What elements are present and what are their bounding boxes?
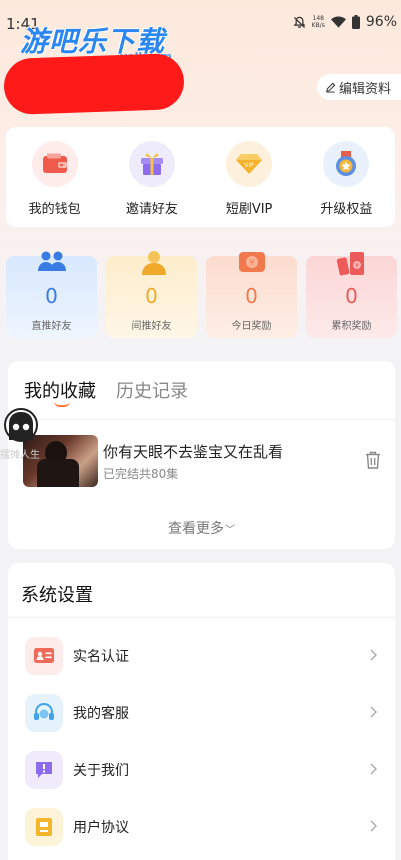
quick-actions-card: 我的钱包 邀请好友 VIP 短剧VIP 升级权益 [6,127,395,227]
info-message-icon [25,750,63,789]
stat-indirect-friends[interactable]: 0 间推好友 [106,251,197,338]
mute-bell-icon [293,16,306,28]
tab-history[interactable]: 历史记录 [116,377,188,403]
chevron-down-icon: ﹀ [225,525,235,536]
settings-item-label: 实名认证 [73,648,129,665]
edit-profile-label: 编辑资料 [338,81,391,97]
medal-icon [323,141,370,187]
settings-item-about[interactable]: 关于我们 [8,741,395,798]
wallet-icon [31,141,78,187]
favorites-card: 我的收藏 历史记录 你有天眼不去鉴宝又在乱看 已完结共80集 查看更多﹀ [8,361,395,549]
settings-item-verification[interactable]: 实名认证 [8,627,395,684]
red-envelope-icon: ¥ [336,250,368,280]
settings-item-label: 用户协议 [73,819,129,836]
gift-icon [128,141,175,187]
tab-active-indicator [54,401,70,407]
chevron-right-icon [370,703,377,722]
see-more-label: 查看更多 [168,521,224,537]
quick-action-upgrade[interactable]: 升级权益 [306,141,386,227]
vip-diamond-icon: VIP [226,141,273,187]
stat-label: 累积奖励 [331,321,372,332]
chevron-right-icon [370,760,377,779]
stat-value: 0 [345,284,358,308]
chevron-right-icon [370,817,377,836]
status-icons: 148 KB/s 96% [293,14,397,30]
stat-label: 今日奖励 [231,321,272,332]
redacted-username [3,52,185,116]
edit-profile-button[interactable]: 编辑资料 [316,74,401,100]
ghost-face-icon [9,412,33,440]
wifi-icon [330,16,346,28]
settings-divider [8,617,395,618]
svg-text:VIP: VIP [244,162,254,169]
floating-avatar-label: 摆摊人生 [0,450,40,461]
tabs-divider [8,419,395,420]
trash-icon[interactable] [365,451,381,473]
users-icon [137,250,167,280]
headset-icon [25,693,63,732]
stat-value: 0 [245,284,258,308]
stat-direct-friends[interactable]: 0 直推好友 [6,251,97,338]
battery-icon [351,15,360,29]
settings-item-support[interactable]: 我的客服 [8,684,395,741]
quick-action-label: 我的钱包 [28,202,81,217]
see-more-button[interactable]: 查看更多﹀ [8,518,395,538]
stat-today-reward[interactable]: ¥ 0 今日奖励 [206,252,297,338]
settings-item-label: 我的客服 [73,705,129,722]
quick-action-label: 短剧VIP [225,202,273,217]
tab-favorites[interactable]: 我的收藏 [24,377,96,403]
settings-item-agreement[interactable]: 用户协议 [8,798,395,855]
chevron-right-icon [370,646,377,665]
quick-action-label: 升级权益 [320,202,373,217]
drama-title[interactable]: 你有天眼不去鉴宝又在乱看 [103,441,283,462]
stat-label: 直推好友 [31,321,72,332]
quick-action-vip[interactable]: VIP 短剧VIP [209,141,289,227]
stat-total-reward[interactable]: ¥ 0 累积奖励 [306,252,397,338]
floating-avatar[interactable] [4,408,38,442]
id-card-icon [25,636,63,675]
battery-percent: 96% [365,14,397,30]
settings-title: 系统设置 [21,585,93,606]
drama-thumbnail[interactable] [23,435,98,487]
stat-label: 间推好友 [131,321,172,332]
document-icon [25,807,63,846]
friends-icon [37,250,67,276]
coin-card-icon: ¥ [237,250,267,278]
svg-text:¥: ¥ [249,258,254,267]
quick-action-invite[interactable]: 邀请好友 [112,141,192,227]
drama-status: 已完结共80集 [103,467,179,481]
settings-item-label: 关于我们 [73,762,129,779]
pencil-icon [326,82,336,93]
svg-text:¥: ¥ [355,263,359,270]
quick-action-wallet[interactable]: 我的钱包 [15,141,95,227]
quick-action-label: 邀请好友 [125,202,178,217]
stat-value: 0 [45,284,58,308]
network-speed: 148 KB/s [311,15,325,29]
settings-card: 系统设置 实名认证 我的客服 关于我们 用户协议 [8,563,395,860]
stat-value: 0 [145,284,158,308]
